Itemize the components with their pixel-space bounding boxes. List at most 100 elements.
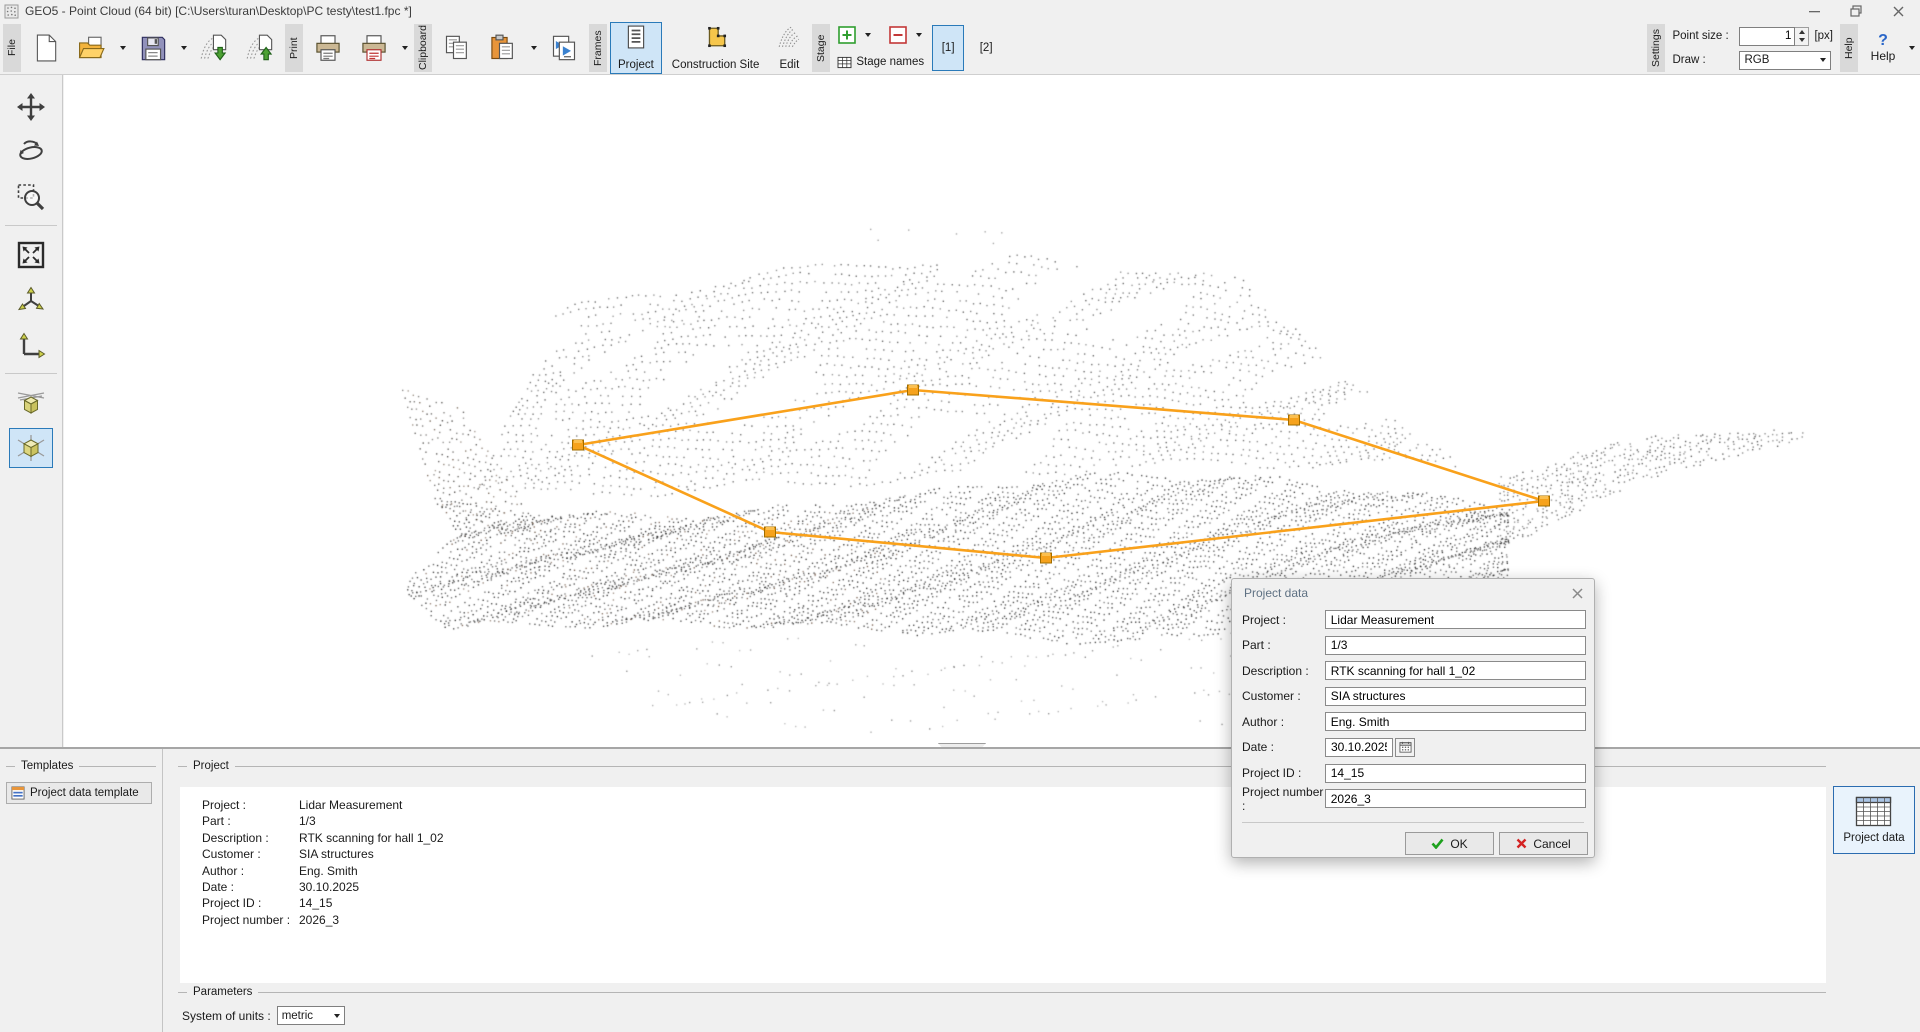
add-stage-dropdown[interactable]: [861, 24, 874, 46]
stage-group-label: Stage: [812, 24, 830, 72]
sidebar-divider: [5, 225, 57, 226]
summary-row: Author :Eng. Smith: [202, 863, 1826, 879]
zoom-window-tool-button[interactable]: [9, 177, 53, 217]
spin-up-icon[interactable]: [1795, 28, 1808, 37]
field-row: Part :: [1242, 636, 1586, 655]
field-row: Customer :: [1242, 687, 1586, 706]
open-file-button[interactable]: [70, 24, 114, 72]
fit-view-tool-button[interactable]: [9, 235, 53, 275]
project-id-field[interactable]: [1325, 764, 1586, 783]
axes-2d-icon: [16, 330, 46, 360]
cross-icon: [1516, 838, 1527, 849]
polygon-vertex-cap: [1042, 553, 1050, 556]
frame-construction-site-button[interactable]: Construction Site: [664, 22, 768, 74]
minimize-button[interactable]: [1796, 1, 1832, 21]
print-group-label: Print: [285, 24, 303, 72]
help-label: Help: [1871, 49, 1896, 63]
pan-tool-button[interactable]: [9, 87, 53, 127]
dialog-title: Project data: [1244, 586, 1308, 600]
draw-select[interactable]: RGB: [1739, 51, 1831, 70]
remove-stage-button[interactable]: [886, 24, 910, 46]
dialog-close-button[interactable]: [1569, 585, 1585, 601]
export-point-cloud-icon: [245, 34, 275, 62]
orbit-tool-button[interactable]: [9, 132, 53, 172]
chevron-down-icon: [1820, 58, 1826, 62]
close-button[interactable]: [1880, 1, 1916, 21]
main-toolbar: File: [0, 22, 1920, 75]
help-dropdown[interactable]: [1905, 25, 1918, 71]
ok-label: OK: [1450, 837, 1467, 851]
pan-icon: [16, 92, 46, 122]
print-button[interactable]: [306, 24, 350, 72]
print-picture-button[interactable]: [352, 24, 396, 72]
description-field[interactable]: [1325, 661, 1586, 680]
axes-3d-tool-button[interactable]: [9, 280, 53, 320]
point-size-unit: [px]: [1814, 30, 1833, 42]
printer-document-icon: [360, 34, 388, 62]
paste-icon: [489, 34, 517, 62]
axonometric-view-tool-button[interactable]: [9, 428, 53, 468]
stage-1-button[interactable]: [1]: [932, 25, 964, 71]
open-file-dropdown[interactable]: [116, 25, 129, 71]
project-data-frame-label: Project data: [1843, 832, 1904, 844]
maximize-button[interactable]: [1838, 1, 1874, 21]
axes-3d-icon: [16, 285, 46, 315]
paste-dropdown[interactable]: [527, 25, 540, 71]
project-data-template-button[interactable]: Project data template: [6, 782, 152, 804]
draw-label: Draw :: [1672, 54, 1734, 66]
close-icon: [1572, 588, 1583, 599]
print-dropdown[interactable]: [398, 25, 411, 71]
frames-group-label: Frames: [589, 24, 607, 72]
spin-down-icon[interactable]: [1795, 36, 1808, 45]
frame-project-label: Project: [618, 59, 654, 71]
cancel-button[interactable]: Cancel: [1499, 832, 1588, 855]
new-file-button[interactable]: [24, 24, 68, 72]
construction-site-polygon[interactable]: [64, 75, 1920, 747]
copy-button[interactable]: [435, 24, 479, 72]
ok-button[interactable]: OK: [1405, 832, 1494, 855]
date-field[interactable]: [1325, 738, 1393, 757]
units-value: metric: [282, 1010, 313, 1022]
frame-edit-button[interactable]: Edit: [769, 22, 809, 74]
polygon-vertex-cap: [766, 527, 774, 530]
calendar-button[interactable]: [1395, 738, 1415, 757]
help-button[interactable]: ? Help: [1861, 25, 1905, 71]
axonometric-view-icon: [15, 433, 47, 463]
units-label: System of units :: [182, 1009, 271, 1023]
export-point-cloud-button[interactable]: [238, 24, 282, 72]
table-icon: [837, 56, 852, 69]
project-data-frame-button[interactable]: Project data: [1833, 786, 1915, 854]
clipboard-group-label: Clipboard: [414, 24, 432, 72]
remove-stage-dropdown[interactable]: [912, 24, 925, 46]
paste-button[interactable]: [481, 24, 525, 72]
point-size-input[interactable]: [1739, 27, 1795, 46]
stage-names-button[interactable]: Stage names: [835, 52, 926, 72]
window-title: GEO5 - Point Cloud (64 bit) [C:\Users\tu…: [25, 4, 412, 18]
stage-2-button[interactable]: [2]: [970, 25, 1002, 71]
save-file-button[interactable]: [131, 24, 175, 72]
copy-icon: [443, 34, 471, 62]
copy-picture-button[interactable]: [542, 24, 586, 72]
open-folder-icon: [77, 35, 107, 61]
model-viewport[interactable]: [64, 75, 1920, 747]
perspective-view-tool-button[interactable]: [9, 383, 53, 423]
project-number-field[interactable]: [1325, 789, 1586, 808]
customer-field[interactable]: [1325, 687, 1586, 706]
save-icon: [140, 35, 167, 62]
dialog-separator: [1242, 822, 1584, 823]
frame-project-button[interactable]: Project: [610, 22, 662, 74]
fit-view-icon: [16, 240, 46, 270]
project-field[interactable]: [1325, 610, 1586, 629]
chevron-down-icon: [181, 46, 187, 50]
save-file-dropdown[interactable]: [177, 25, 190, 71]
point-size-stepper[interactable]: [1795, 27, 1809, 46]
chevron-down-icon: [531, 46, 537, 50]
author-field[interactable]: [1325, 712, 1586, 731]
axes-2d-tool-button[interactable]: [9, 325, 53, 365]
add-stage-button[interactable]: [835, 24, 859, 46]
import-point-cloud-button[interactable]: [192, 24, 236, 72]
settings-group-label: Settings: [1647, 24, 1665, 72]
help-group-label: Help: [1840, 24, 1858, 72]
units-select[interactable]: metric: [277, 1006, 345, 1025]
part-field[interactable]: [1325, 636, 1586, 655]
